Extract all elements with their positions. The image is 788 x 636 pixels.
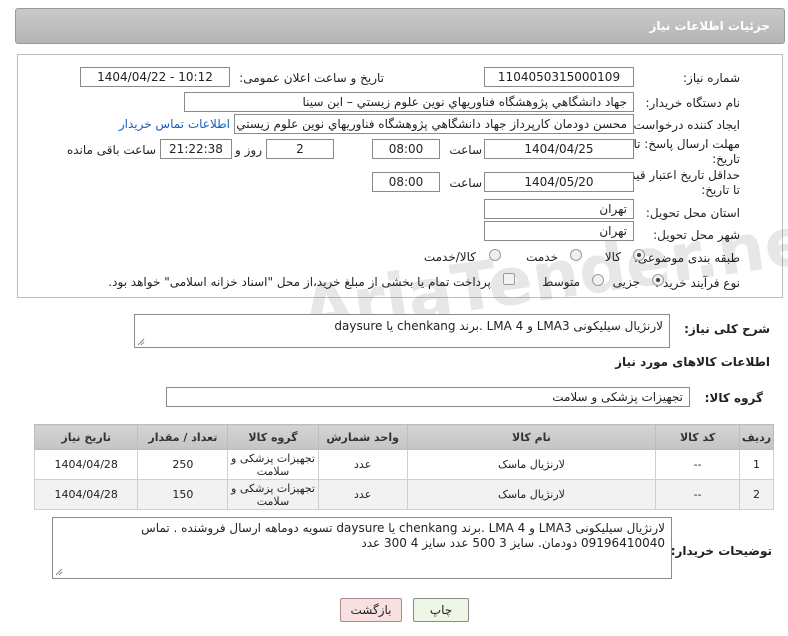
province-field[interactable]: تهران (484, 199, 634, 219)
process-label: نوع فرآیند خرید : (655, 276, 740, 290)
reply-date-field[interactable]: 1404/04/25 (484, 139, 634, 159)
goods-group-field[interactable]: تجهیزات پزشکی و سلامت (166, 387, 690, 407)
process-minor-label: جزیی (612, 275, 640, 289)
col-name-header: نام کالا (406, 424, 657, 450)
city-label: شهر محل تحویل: (653, 228, 740, 242)
price-validity-time-field[interactable]: 08:00 (372, 172, 440, 192)
description-text: لارنژیال سیلیکونی LMA3 و LMA 4 .برند che… (334, 319, 663, 333)
items-table: ردیف کد کالا نام کالا واحد شمارش گروه کا… (33, 424, 774, 510)
process-medium-radio[interactable] (592, 274, 604, 286)
need-date-cell: 1404/04/28 (33, 449, 139, 480)
back-button[interactable]: بازگشت (340, 598, 402, 622)
item-name-cell: لارنژیال ماسک (406, 479, 657, 510)
print-button[interactable]: چاپ (413, 598, 469, 622)
reply-deadline-label-1: مهلت ارسال پاسخ: تا (633, 137, 740, 151)
resize-handle-icon[interactable] (137, 338, 145, 346)
remaining-label: ساعت باقی مانده (66, 143, 156, 157)
remaining-time-field[interactable]: 21:22:38 (160, 139, 232, 159)
announce-label: تاریخ و ساعت اعلان عمومی: (239, 71, 384, 85)
col-code-header: کد کالا (655, 424, 741, 450)
category-goods-radio[interactable] (633, 249, 645, 261)
province-label: استان محل تحویل: (645, 206, 740, 220)
category-goods-service-radio[interactable] (489, 249, 501, 261)
group-cell: تجهیزات پزشکی و سلامت (227, 449, 319, 480)
days-label: روز و (235, 143, 262, 157)
price-validity-time-label: ساعت (449, 176, 482, 190)
announce-field[interactable]: 1404/04/22 - 10:12 (80, 67, 230, 87)
page-title: جزئیات اطلاعات نیاز (649, 19, 770, 33)
quantity-cell: 150 (137, 479, 229, 510)
days-remaining-field[interactable]: 2 (266, 139, 334, 159)
price-validity-label-2: تا تاریخ: (701, 183, 740, 197)
need-number-field[interactable]: 1104050315000109 (484, 67, 634, 87)
process-minor-radio[interactable] (652, 274, 664, 286)
buyer-notes-field[interactable]: لارنژیال سیلیکونی LMA3 و LMA 4 .برند che… (52, 517, 672, 579)
process-medium-label: متوسط (542, 275, 580, 289)
requester-field[interactable]: محسن دودمان کارپرداز جهاد دانشگاهي پژوهش… (234, 114, 634, 134)
treasury-checkbox[interactable] (503, 273, 515, 285)
resize-handle-icon[interactable] (55, 568, 63, 576)
table-row: 1 -- لارنژیال ماسک عدد تجهیزات پزشکی و س… (33, 449, 774, 480)
row-number-cell: 2 (739, 479, 774, 510)
unit-cell: عدد (317, 479, 408, 510)
group-cell: تجهیزات پزشکی و سلامت (227, 479, 319, 510)
col-group-header: گروه کالا (227, 424, 319, 450)
price-validity-date-field[interactable]: 1404/05/20 (484, 172, 634, 192)
goods-group-label: گروه کالا: (704, 391, 763, 405)
goods-info-title: اطلاعات کالاهای مورد نیاز (615, 355, 770, 369)
need-date-cell: 1404/04/28 (33, 479, 139, 510)
need-number-label: شماره نیاز: (683, 71, 740, 85)
row-number-cell: 1 (739, 449, 774, 480)
category-goods-service-label: کالا/خدمت (423, 250, 476, 264)
requester-label: ایجاد کننده درخواست: (629, 118, 740, 132)
category-goods-label: کالا (604, 250, 621, 264)
reply-time-field[interactable]: 08:00 (372, 139, 440, 159)
city-field[interactable]: تهران (484, 221, 634, 241)
quantity-cell: 250 (137, 449, 229, 480)
buyer-notes-text: لارنژیال سیلیکونی LMA3 و LMA 4 .برند che… (141, 521, 665, 550)
reply-time-label: ساعت (449, 143, 482, 157)
col-unit-header: واحد شمارش (317, 424, 408, 450)
buyer-org-label: نام دستگاه خریدار: (645, 96, 741, 110)
col-qty-header: تعداد / مقدار (137, 424, 229, 450)
table-header-row: ردیف کد کالا نام کالا واحد شمارش گروه کا… (33, 424, 774, 450)
buyer-org-field[interactable]: جهاد دانشگاهي پژوهشگاه فناوريهاي نوين عل… (184, 92, 634, 112)
panel-header: جزئیات اطلاعات نیاز (15, 8, 785, 44)
category-service-radio[interactable] (570, 249, 582, 261)
col-row-header: ردیف (739, 424, 774, 450)
buyer-notes-label: توضیحات خریدار: (670, 544, 772, 558)
treasury-note: پرداخت تمام یا بخشی از مبلغ خرید،از محل … (108, 275, 491, 289)
item-code-cell: -- (655, 479, 741, 510)
item-name-cell: لارنژیال ماسک (406, 449, 657, 480)
unit-cell: عدد (317, 449, 408, 480)
description-label: شرح کلی نیاز: (684, 322, 770, 336)
reply-deadline-label-2: تاریخ: (712, 152, 740, 166)
item-code-cell: -- (655, 449, 741, 480)
category-label: طبقه بندی موضوعی: (633, 251, 740, 265)
category-service-label: خدمت (526, 250, 558, 264)
description-field[interactable]: لارنژیال سیلیکونی LMA3 و LMA 4 .برند che… (134, 314, 670, 348)
table-row: 2 -- لارنژیال ماسک عدد تجهیزات پزشکی و س… (33, 479, 774, 510)
col-date-header: تاریخ نیاز (33, 424, 139, 450)
buyer-contact-link[interactable]: اطلاعات تماس خریدار (119, 117, 230, 131)
